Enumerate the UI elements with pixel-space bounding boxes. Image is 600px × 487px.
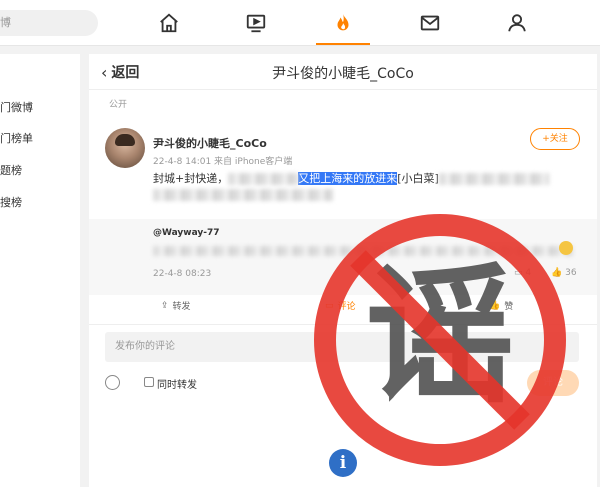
visibility-label: 公开 xyxy=(109,100,128,110)
share-icon: ⇪ xyxy=(161,300,169,311)
post-text-after: [小白菜] xyxy=(397,172,439,185)
post-meta: 22-4-8 14:01 来自 iPhone客户端 xyxy=(153,157,293,167)
user-icon[interactable] xyxy=(503,9,531,37)
reply-time: 22-4-8 08:23 xyxy=(153,269,212,279)
page-title: 尹斗俊的小睫毛_CoCo xyxy=(272,66,414,82)
detail-header: ‹ 返回 尹斗俊的小睫毛_CoCo xyxy=(89,54,597,90)
sidebar: 门微博 门榜单 题榜 搜榜 xyxy=(0,54,80,487)
blurred-text xyxy=(438,173,549,185)
video-icon[interactable] xyxy=(242,9,270,37)
rumor-stamp: 谣 xyxy=(314,214,566,466)
reply-author[interactable]: @Wayway-77 xyxy=(153,228,220,238)
sidebar-item-hot-weibo[interactable]: 门微博 xyxy=(0,99,33,115)
sidebar-item-search-list[interactable]: 搜榜 xyxy=(0,194,22,210)
repost-checkbox-label: 同时转发 xyxy=(157,380,197,391)
follow-button[interactable]: +关注 xyxy=(530,128,580,150)
mail-icon[interactable] xyxy=(416,9,444,37)
repost-button[interactable]: ⇪ 转发 xyxy=(161,299,191,313)
active-tab-indicator xyxy=(316,43,370,45)
post-text-start: 封城+封快递， xyxy=(153,172,229,185)
emoji-picker-icon[interactable] xyxy=(105,375,120,390)
home-icon[interactable] xyxy=(155,9,183,37)
blurred-text xyxy=(228,173,299,185)
search-input[interactable]: 博 xyxy=(0,10,98,36)
sidebar-item-topics[interactable]: 题榜 xyxy=(0,162,22,178)
post-text: 封城+封快递， 又把上海来的放进来[小白菜] xyxy=(153,170,549,186)
highlighted-text: 又把上海来的放进来 xyxy=(298,172,398,185)
top-nav: 博 xyxy=(0,0,600,46)
repost-checkbox[interactable] xyxy=(144,377,154,387)
post-author[interactable]: 尹斗俊的小睫毛_CoCo xyxy=(153,135,267,151)
sidebar-item-hot-list[interactable]: 门榜单 xyxy=(0,130,33,146)
hot-icon[interactable] xyxy=(329,9,357,37)
avatar[interactable] xyxy=(105,128,145,168)
